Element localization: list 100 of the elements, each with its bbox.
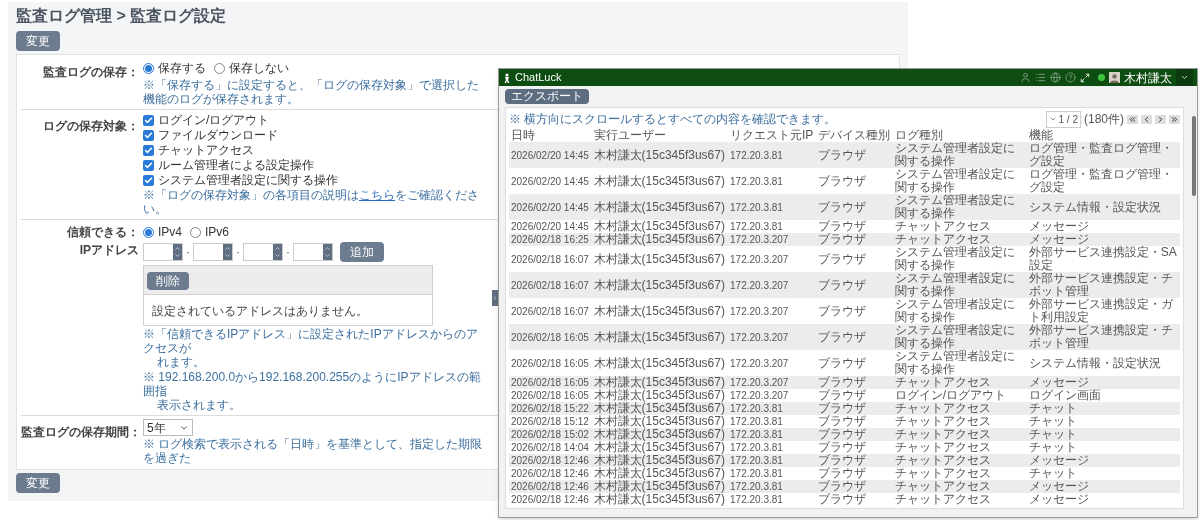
note-text: ※ ログ検索で表示される「日時」を基準として、指定した期限を過ぎた (143, 437, 484, 465)
change-button[interactable]: 変更 (16, 473, 60, 493)
device-cell: ブラウザ (816, 272, 893, 298)
user-cell: 木村謙太(15c345f3us67) (591, 376, 729, 389)
function-cell: ログ管理・監査ログ管理・ グ設定 (1026, 168, 1180, 194)
function-cell: チャット (1026, 415, 1180, 428)
spinner-icon[interactable] (173, 244, 182, 260)
caret-icon (1180, 73, 1189, 82)
column-header: デバイス種別 (816, 129, 893, 142)
add-button[interactable]: 追加 (340, 242, 384, 262)
user-cell: 木村謙太(15c345f3us67) (591, 454, 729, 467)
ip-cell: 172.20.3.81 (728, 480, 817, 493)
user-cell: 木村謙太(15c345f3us67) (591, 168, 729, 194)
function-cell: チャット (1026, 467, 1180, 480)
expand-icon[interactable] (1080, 72, 1090, 83)
change-button[interactable]: 変更 (16, 31, 60, 51)
checkbox[interactable] (143, 174, 154, 186)
previous-page-button[interactable] (1141, 114, 1152, 124)
spinner-icon[interactable] (273, 244, 282, 260)
ip-cell: 172.20.3.81 (728, 194, 817, 220)
date-cell: 2026/02/18 16:05 (509, 376, 592, 389)
user-cell: 木村謙太(15c345f3us67) (591, 220, 729, 233)
function-cell: メッセージ (1026, 376, 1180, 389)
date-cell: 2026/02/20 14:45 (509, 168, 592, 194)
user-cell: 木村謙太(15c345f3us67) (591, 324, 729, 350)
user-cell: 木村謙太(15c345f3us67) (591, 402, 729, 415)
field-label: 監査ログの保存期間： (21, 425, 141, 439)
date-cell: 2026/02/18 16:07 (509, 272, 592, 298)
help-link[interactable]: こちら (359, 188, 395, 202)
function-cell: 外部サービス連携設定・チ ボット管理 (1026, 324, 1180, 350)
ip-cell: 172.20.3.81 (728, 467, 817, 480)
field-label: ログの保存対象： (43, 119, 139, 133)
column-header: リクエスト元IP (728, 129, 817, 142)
log-type-cell: システム管理者設定に関する操作 (892, 168, 1027, 194)
log-type-cell: システム管理者設定に関する操作 (892, 194, 1027, 220)
checkbox-label: システム管理者設定に関する操作 (158, 173, 338, 187)
user-cell: 木村謙太(15c345f3us67) (591, 246, 729, 272)
function-cell: システム情報・設定状況 (1026, 350, 1180, 376)
date-cell: 2026/02/18 16:25 (509, 233, 592, 246)
octet-separator: · (236, 244, 240, 261)
export-button[interactable]: エクスポート (505, 89, 589, 104)
device-cell: ブラウザ (816, 298, 893, 324)
function-cell: ログイン画面 (1026, 389, 1180, 402)
log-type-cell: システム管理者設定に関する操作 (892, 324, 1027, 350)
log-type-cell: チャットアクセス (892, 441, 1027, 454)
first-page-button[interactable] (1127, 114, 1138, 124)
list-icon[interactable] (1035, 72, 1046, 83)
collapse-handle[interactable] (492, 290, 498, 306)
globe-icon[interactable] (1050, 72, 1061, 83)
note-text: ※「信頼できるIPアドレス」に設定されたIPアドレスからのアクセスが (143, 327, 479, 355)
user-cell: 木村謙太(15c345f3us67) (591, 298, 729, 324)
function-cell: チャット (1026, 428, 1180, 441)
scroll-note: ※ 横方向にスクロールするとすべての内容を確認できます。 (509, 112, 837, 126)
ip-octet-field[interactable] (143, 243, 183, 261)
function-cell: 外部サービス連携設定・チ ボット管理 (1026, 272, 1180, 298)
checkbox[interactable] (143, 129, 154, 141)
ip-cell: 172.20.3.81 (728, 454, 817, 467)
ip-octet-field[interactable] (293, 243, 333, 261)
ip-cell: 172.20.3.81 (728, 441, 817, 454)
last-page-button[interactable] (1169, 114, 1180, 124)
log-type-cell: チャットアクセス (892, 480, 1027, 493)
spinner-icon[interactable] (223, 244, 232, 260)
log-type-cell: システム管理者設定に関する操作 (892, 272, 1027, 298)
user-cell: 木村謙太(15c345f3us67) (591, 233, 729, 246)
radio-label: 保存しない (229, 60, 289, 77)
column-header: ログ種別 (892, 129, 1027, 142)
device-cell: ブラウザ (816, 428, 893, 441)
user-cell: 木村謙太(15c345f3us67) (591, 480, 729, 493)
ip-cell: 172.20.3.81 (728, 220, 817, 233)
ip-octet-field[interactable] (193, 243, 233, 261)
checkbox[interactable] (143, 144, 154, 156)
device-cell: ブラウザ (816, 467, 893, 480)
next-page-button[interactable] (1155, 114, 1166, 124)
period-select[interactable]: 5年 (143, 419, 193, 436)
checkbox-label: チャットアクセス (158, 143, 254, 157)
first-page-icon (1128, 114, 1137, 124)
device-cell: ブラウザ (816, 194, 893, 220)
page-select[interactable]: 1 / 2 (1045, 110, 1081, 128)
log-type-cell: チャットアクセス (892, 402, 1027, 415)
ip-cell: 172.20.3.207 (728, 324, 817, 350)
date-cell: 2026/02/18 12:46 (509, 467, 592, 480)
contacts-icon[interactable] (1020, 72, 1031, 83)
device-cell: ブラウザ (816, 142, 893, 168)
note-text: ※「ログの保存対象」の各項目の説明はこちら をご確認ください。 (143, 188, 480, 216)
device-cell: ブラウザ (816, 493, 893, 506)
checkbox[interactable] (143, 114, 154, 126)
help-icon[interactable] (1065, 72, 1076, 83)
spinner-icon[interactable] (323, 244, 332, 260)
checkbox[interactable] (143, 159, 154, 171)
user-cell: 木村謙太(15c345f3us67) (591, 194, 729, 220)
log-type-cell: チャットアクセス (892, 428, 1027, 441)
radio-button[interactable] (143, 226, 154, 238)
radio-button[interactable] (190, 226, 201, 238)
log-type-cell: システム管理者設定に関する操作 (892, 350, 1027, 376)
radio-label: 保存する (158, 60, 206, 77)
ip-octet-field[interactable] (243, 243, 283, 261)
radio-button[interactable] (214, 62, 225, 74)
delete-button[interactable]: 削除 (147, 272, 189, 290)
radio-button[interactable] (143, 62, 154, 74)
device-cell: ブラウザ (816, 454, 893, 467)
